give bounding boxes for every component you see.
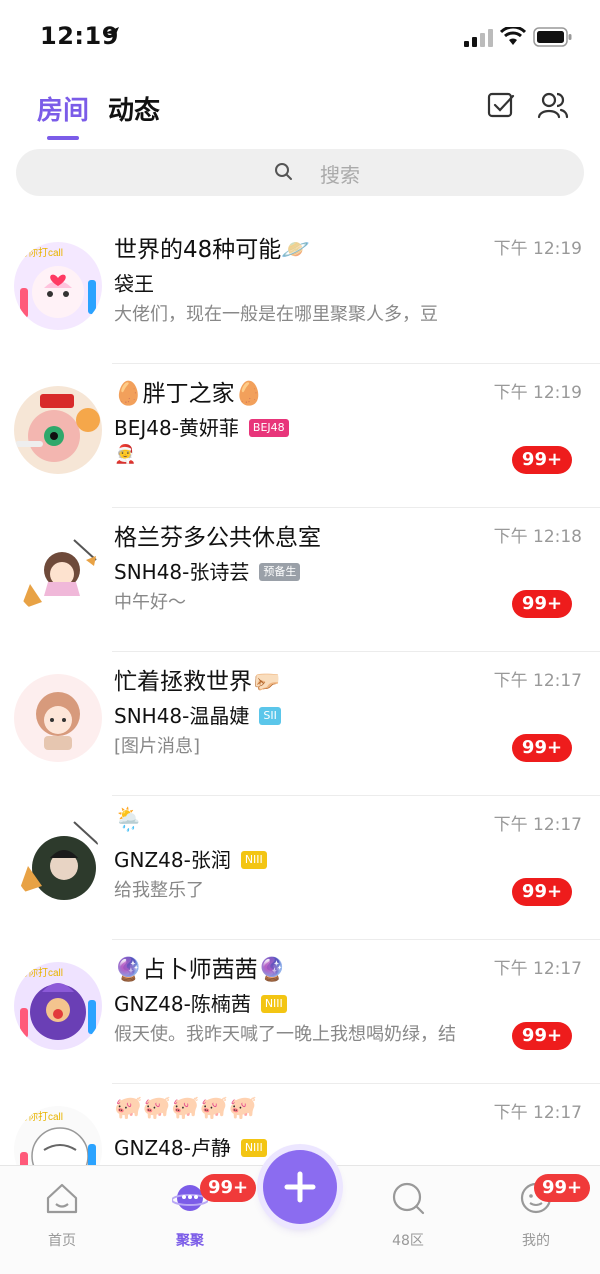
room-title: 🔮占卜师茜茜🔮 xyxy=(114,957,287,983)
team-badge: NIII xyxy=(240,850,267,869)
room-title: 忙着拯救世界🤛🏻 xyxy=(114,669,281,695)
room-owner: SNH48-温晶婕 SII xyxy=(114,700,281,729)
svg-text:为你打call: 为你打call xyxy=(18,1110,63,1123)
member-name: SNH48-温晶婕 xyxy=(114,704,250,728)
room-row[interactable]: 🥚胖丁之家🥚 下午 12:19 BEJ48-黄妍菲 BEJ48 🧑‍🎄 99+ xyxy=(0,364,600,508)
location-arrow-icon xyxy=(105,27,119,41)
room-avatar: 为你打call xyxy=(14,242,102,330)
room-last-message: 假天使。我昨天喊了一晚上我想喝奶绿，结 xyxy=(114,1024,456,1045)
room-last-message: 大佬们，现在一般是在哪里聚聚人多，豆 xyxy=(114,304,438,325)
room-time: 下午 12:19 xyxy=(493,383,582,403)
tab-label: 聚聚 xyxy=(176,1233,204,1249)
svg-text:为你打call: 为你打call xyxy=(18,966,63,979)
status-bar: 12:19 xyxy=(0,0,600,74)
unread-count-badge: 99+ xyxy=(512,734,572,762)
room-owner: SNH48-张诗芸 预备生 xyxy=(114,556,301,585)
room-title: 🐖🐖🐖🐖🐖 xyxy=(114,1095,258,1121)
tab-rooms[interactable]: 房间 xyxy=(37,90,89,127)
room-last-message: 给我整乐了 xyxy=(114,880,204,901)
room-last-message: [图片消息] xyxy=(114,736,201,757)
contacts-icon[interactable] xyxy=(536,88,570,122)
room-title: 🥚胖丁之家🥚 xyxy=(114,381,264,407)
room-time: 下午 12:17 xyxy=(493,1103,582,1123)
create-button[interactable] xyxy=(263,1150,337,1224)
room-avatar xyxy=(14,530,102,618)
search-placeholder: 搜索 xyxy=(320,163,360,187)
tab-label: 首页 xyxy=(48,1233,76,1249)
tab-label: 我的 xyxy=(522,1233,550,1249)
room-owner: GNZ48-张润 NIII xyxy=(114,844,267,873)
room-avatar xyxy=(14,386,102,474)
room-row[interactable]: 格兰芬多公共休息室 下午 12:18 SNH48-张诗芸 预备生 中午好～ 99+ xyxy=(0,508,600,652)
team-badge: SII xyxy=(259,706,281,725)
tab-badge: 99+ xyxy=(200,1174,257,1202)
room-time: 下午 12:17 xyxy=(493,671,582,691)
battery-icon xyxy=(533,27,572,47)
wifi-icon xyxy=(500,27,526,45)
room-last-message: 🧑‍🎄 xyxy=(114,444,137,465)
member-name: BEJ48-黄妍菲 xyxy=(114,416,239,440)
room-avatar xyxy=(14,674,102,762)
member-name: GNZ48-卢静 xyxy=(114,1136,231,1160)
member-name: SNH48-张诗芸 xyxy=(114,560,250,584)
home-icon xyxy=(46,1183,78,1214)
room-title: 🌦️ xyxy=(114,807,143,833)
room-row[interactable]: 忙着拯救世界🤛🏻 下午 12:17 SNH48-温晶婕 SII [图片消息] 99… xyxy=(0,652,600,796)
svg-text:为你打call: 为你打call xyxy=(18,246,63,259)
room-row[interactable]: 为你打call 世界的48种可能🪐 下午 12:19 袋王 大佬们，现在一般是在… xyxy=(0,220,600,364)
room-title: 世界的48种可能🪐 xyxy=(114,237,310,263)
team-badge: NIII xyxy=(260,994,287,1013)
room-owner: BEJ48-黄妍菲 BEJ48 xyxy=(114,412,289,441)
search-bar[interactable]: 搜索 xyxy=(16,149,584,196)
room-owner: 袋王 xyxy=(114,272,154,296)
unread-count-badge: 99+ xyxy=(512,446,572,474)
room-row[interactable]: 🌦️ 下午 12:17 GNZ48-张润 NIII 给我整乐了 99+ xyxy=(0,796,600,940)
room-time: 下午 12:18 xyxy=(493,527,582,547)
room-time: 下午 12:17 xyxy=(493,815,582,835)
unread-count-badge: 99+ xyxy=(512,1022,572,1050)
room-time: 下午 12:19 xyxy=(493,239,582,259)
room-time: 下午 12:17 xyxy=(493,959,582,979)
plus-icon xyxy=(284,1171,316,1203)
unread-count-badge: 99+ xyxy=(512,590,572,618)
tab-label: 48区 xyxy=(392,1233,424,1249)
room-avatar xyxy=(14,818,102,906)
unread-count-badge: 99+ xyxy=(512,878,572,906)
search-zone-icon xyxy=(392,1182,425,1215)
room-owner: GNZ48-陈楠茜 NIII xyxy=(114,988,287,1017)
team-badge: 预备生 xyxy=(259,562,301,581)
room-title: 格兰芬多公共休息室 xyxy=(114,525,321,551)
room-avatar: 为你打call xyxy=(14,962,102,1050)
room-owner: GNZ48-卢静 NIII xyxy=(114,1132,267,1161)
room-last-message: 中午好～ xyxy=(114,592,186,613)
tab-badge: 99+ xyxy=(534,1174,591,1202)
cellular-signal-icon xyxy=(464,29,493,47)
active-tab-indicator xyxy=(47,136,79,140)
header: 房间 动态 xyxy=(0,74,600,144)
member-name: GNZ48-陈楠茜 xyxy=(114,992,251,1016)
search-icon xyxy=(275,163,292,180)
room-row[interactable]: 为你打call 🔮占卜师茜茜🔮 下午 12:17 GNZ48-陈楠茜 NIII 假… xyxy=(0,940,600,1084)
tab-feed[interactable]: 动态 xyxy=(108,90,160,127)
checklist-icon[interactable] xyxy=(484,88,518,122)
member-name: GNZ48-张润 xyxy=(114,848,231,872)
team-badge: BEJ48 xyxy=(248,418,289,437)
